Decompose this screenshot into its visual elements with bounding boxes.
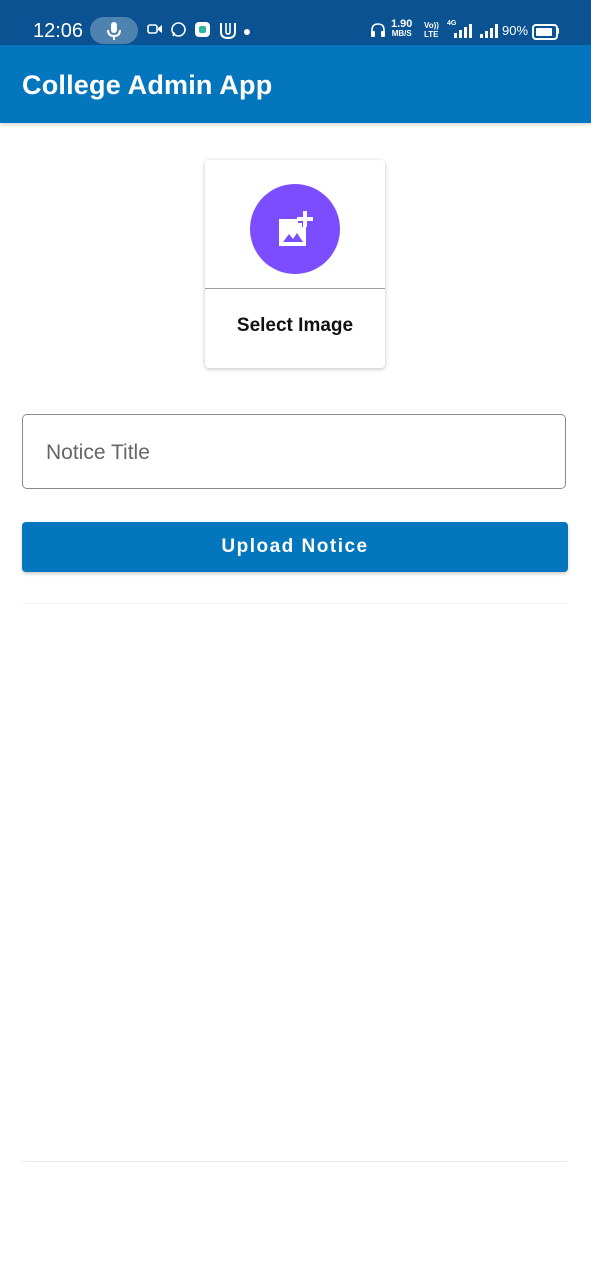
mic-active-indicator[interactable] xyxy=(90,17,138,44)
app-notification-icon xyxy=(195,22,210,37)
battery-tip xyxy=(557,28,559,34)
notice-title-field[interactable] xyxy=(22,414,566,489)
signal-icon xyxy=(480,24,498,38)
select-image-label: Select Image xyxy=(236,315,354,336)
volte-indicator: Vo)) LTE xyxy=(424,21,439,39)
app-bar: College Admin App xyxy=(0,45,591,123)
notice-preview-area xyxy=(22,603,568,1162)
u-app-icon xyxy=(220,23,236,40)
more-notifications-dot xyxy=(244,29,250,35)
whatsapp-icon xyxy=(171,22,186,37)
card-divider xyxy=(205,288,385,289)
status-bar: 12:06 1.90 MB/S Vo)) LTE 4G 90% xyxy=(0,0,591,45)
volte-bottom: LTE xyxy=(424,30,439,39)
select-image-card[interactable]: Select Image xyxy=(205,160,385,368)
battery-icon xyxy=(532,24,558,40)
add-photo-icon xyxy=(279,211,313,246)
network-speed-unit: MB/S xyxy=(391,29,412,38)
network-speed: 1.90 MB/S xyxy=(391,19,412,39)
status-time: 12:06 xyxy=(33,20,84,42)
mic-icon xyxy=(107,22,121,40)
app-title: College Admin App xyxy=(22,70,273,100)
video-call-icon xyxy=(147,24,162,34)
volte-top: Vo)) xyxy=(424,21,439,30)
signal-4g-icon xyxy=(454,24,472,38)
network-speed-value: 1.90 xyxy=(391,18,413,30)
battery-percent: 90% xyxy=(502,23,529,38)
headset-icon xyxy=(371,23,385,37)
add-image-button[interactable] xyxy=(250,184,340,274)
notice-title-input[interactable] xyxy=(44,437,548,469)
upload-notice-button[interactable]: Upload Notice xyxy=(22,522,568,572)
